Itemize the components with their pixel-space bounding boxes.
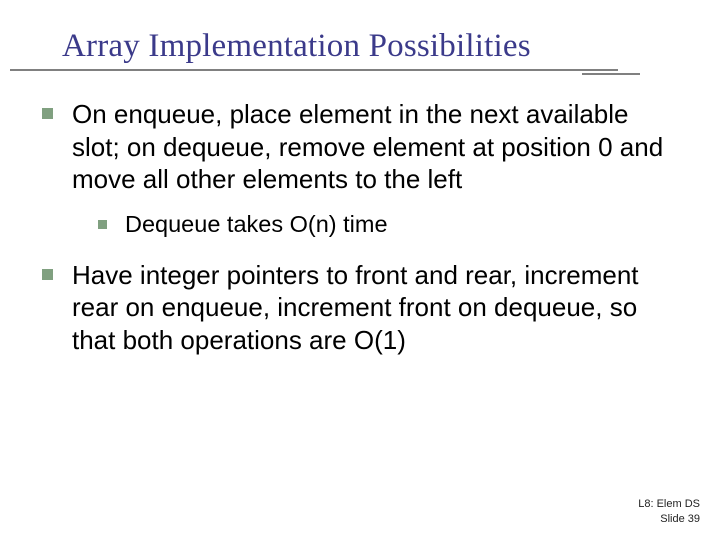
- bullet-square-icon: [42, 108, 53, 119]
- slide-title: Array Implementation Possibilities: [0, 28, 720, 65]
- bullet-level1: Have integer pointers to front and rear,…: [42, 259, 678, 357]
- bullet-square-icon: [98, 220, 107, 229]
- slide-footer: L8: Elem DS Slide 39: [638, 497, 700, 526]
- slide: Array Implementation Possibilities On en…: [0, 0, 720, 540]
- footer-line2: Slide 39: [638, 512, 700, 526]
- footer-line1: L8: Elem DS: [638, 497, 700, 511]
- bullet-level1: On enqueue, place element in the next av…: [42, 98, 678, 196]
- title-area: Array Implementation Possibilities: [0, 28, 720, 70]
- slide-body: On enqueue, place element in the next av…: [42, 98, 678, 362]
- bullet-text: Dequeue takes O(n) time: [125, 210, 388, 239]
- bullet-level2: Dequeue takes O(n) time: [98, 210, 678, 239]
- bullet-text: Have integer pointers to front and rear,…: [72, 259, 678, 357]
- bullet-text: On enqueue, place element in the next av…: [72, 98, 678, 196]
- title-underline: [10, 69, 640, 70]
- bullet-square-icon: [42, 269, 53, 280]
